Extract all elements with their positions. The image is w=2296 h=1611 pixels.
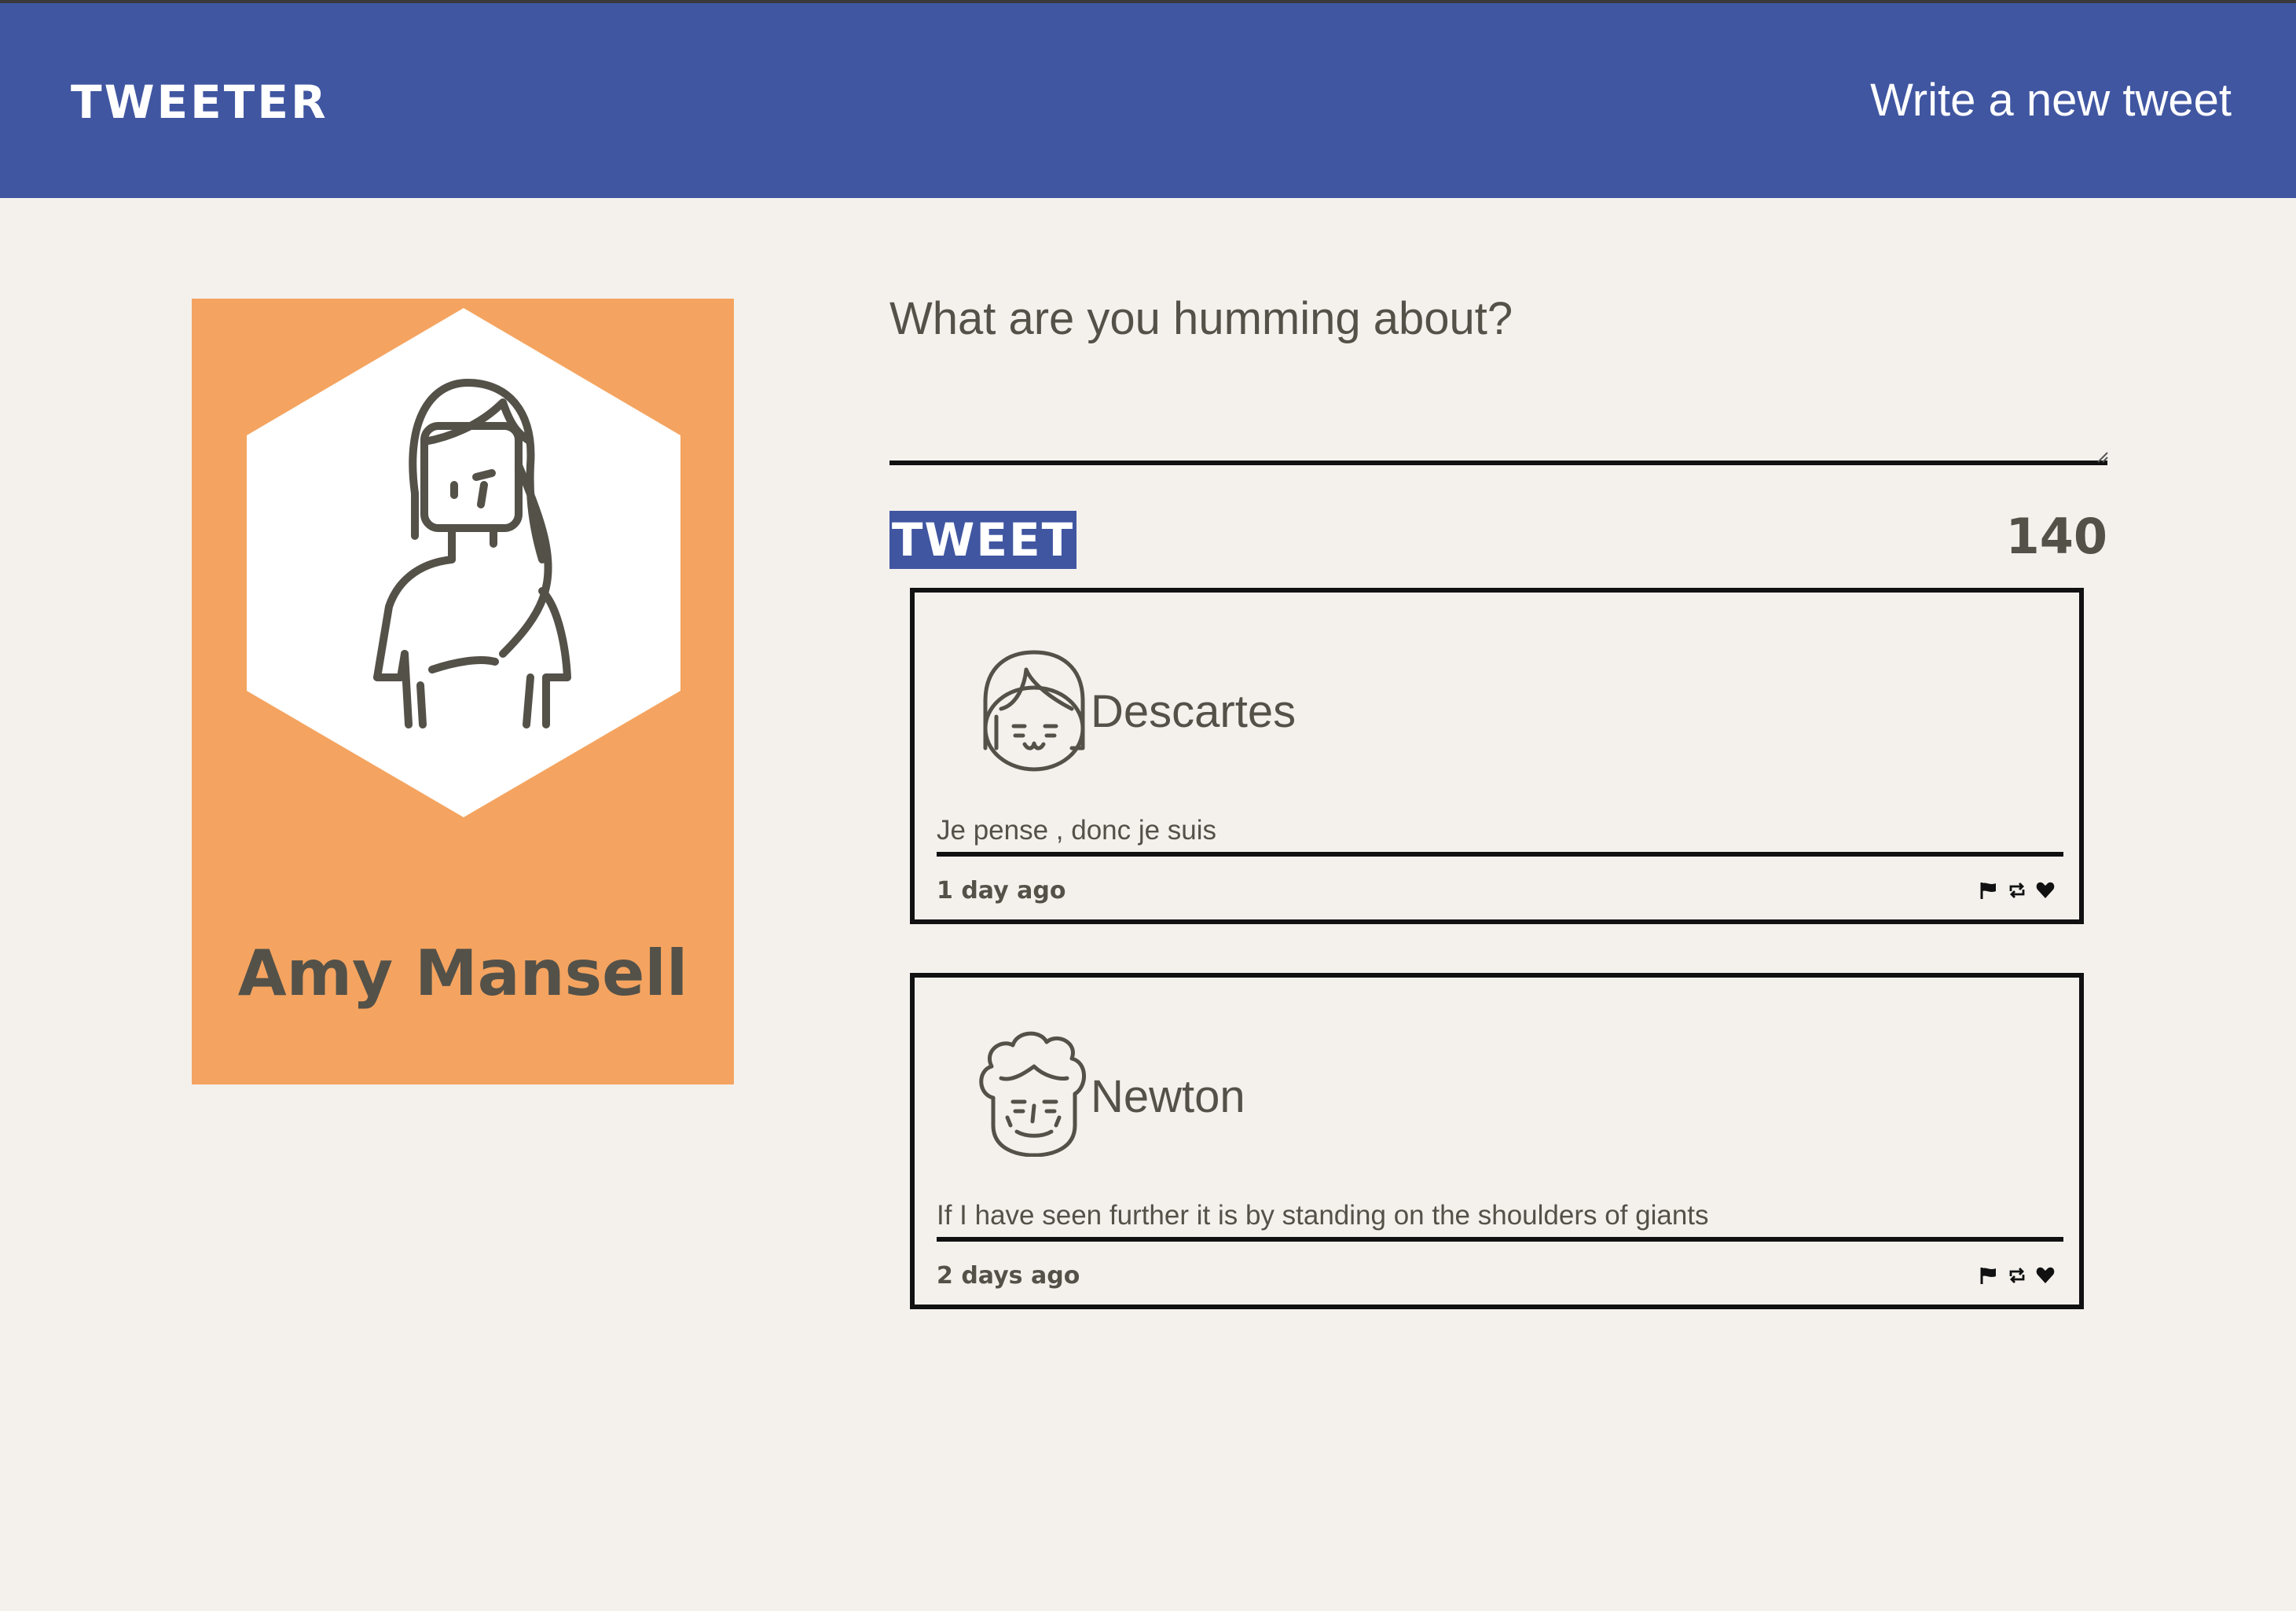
girl-face-icon — [983, 650, 1085, 772]
tweet-text: If I have seen further it is by standing… — [937, 1198, 2063, 1242]
tweet-timestamp: 1 day ago — [937, 877, 1066, 905]
write-new-tweet-link[interactable]: Write a new tweet — [1870, 74, 2232, 127]
heart-icon[interactable] — [2035, 1265, 2056, 1286]
char-counter: 140 — [2005, 508, 2107, 565]
tweet-text: Je pense , donc je suis — [937, 813, 2063, 857]
curly-hair-face-icon — [979, 1031, 1086, 1157]
resize-handle-icon[interactable] — [2093, 448, 2109, 464]
retweet-icon[interactable] — [2007, 1265, 2027, 1286]
profile-card: Amy Mansell — [192, 299, 734, 1084]
tweet-author[interactable]: Descartes — [1091, 685, 1296, 738]
tweet-card: Newton If I have seen further it is by s… — [910, 973, 2084, 1309]
profile-name: Amy Mansell — [237, 937, 688, 1010]
flag-icon[interactable] — [1979, 1265, 1999, 1286]
tweet-author[interactable]: Newton — [1091, 1070, 1245, 1123]
tweet-card: Descartes Je pense , donc je suis 1 day … — [910, 588, 2084, 924]
tweet-actions — [1979, 1265, 2056, 1286]
tweet-text-input[interactable] — [889, 284, 2107, 465]
person-avatar-icon — [247, 308, 680, 817]
tweet-actions — [1979, 880, 2056, 901]
retweet-icon[interactable] — [2007, 880, 2027, 901]
flag-icon[interactable] — [1979, 880, 1999, 901]
brand-logo[interactable]: TWEETER — [71, 75, 328, 129]
heart-icon[interactable] — [2035, 880, 2056, 901]
tweet-timestamp: 2 days ago — [937, 1262, 1080, 1290]
tweet-submit-button[interactable]: TWEET — [889, 511, 1076, 569]
top-nav: TWEETER Write a new tweet — [0, 3, 2296, 198]
